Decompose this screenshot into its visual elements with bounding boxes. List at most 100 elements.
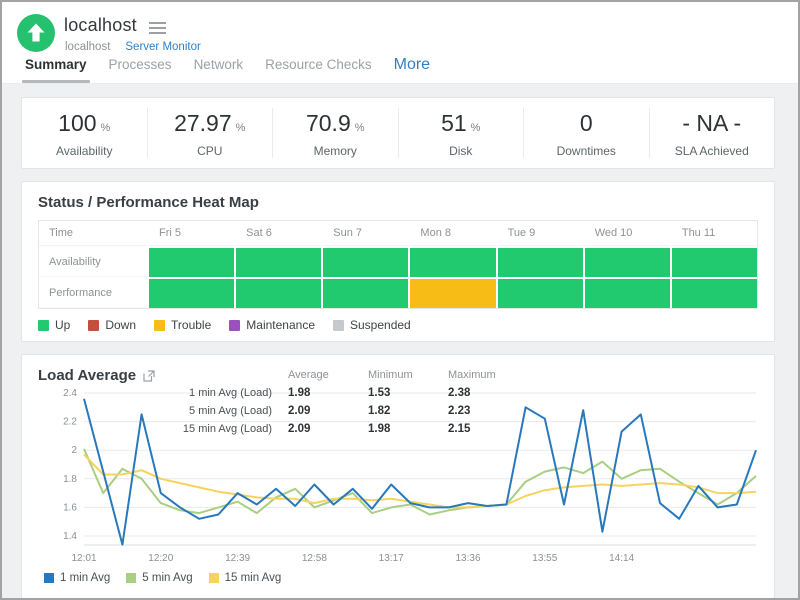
page-content: 100%Availability 27.97% CPU70.9%Memory 51% D…	[2, 84, 798, 599]
active-tab-underline	[22, 80, 90, 83]
chart-legend-item-5-min-avg[interactable]: 5 min Avg	[126, 572, 192, 584]
stat-memory: 70.9%Memory	[272, 108, 398, 158]
x-axis-tick-label: 12:58	[302, 553, 327, 564]
heatmap-col-header: Sat 6	[236, 221, 321, 246]
legend-label: Trouble	[171, 318, 211, 332]
heatmap-col-header: Thu 11	[672, 221, 757, 246]
stat-value: 0	[580, 110, 593, 137]
y-axis-tick-label: 2	[71, 445, 77, 456]
heatmap-col-header: Fri 5	[149, 221, 234, 246]
y-axis-tick-label: 2.2	[63, 417, 77, 428]
summary-col-header: Maximum	[448, 369, 532, 387]
legend-swatch-icon	[44, 573, 54, 583]
legend-label: 5 min Avg	[142, 572, 192, 584]
heatmap-cell-up[interactable]	[149, 248, 234, 277]
stat-value: 27.97	[174, 110, 232, 137]
heatmap-legend-item-maintenance: Maintenance	[229, 318, 315, 332]
load-average-card: Load Average AverageMinimumMaximum1 min …	[21, 354, 775, 599]
stat-availability: 100%Availability	[22, 108, 147, 158]
x-axis-tick-label: 13:17	[379, 553, 404, 564]
page-title: localhost	[64, 15, 137, 36]
stat-label: Memory	[273, 144, 398, 158]
y-axis-tick-label: 1.8	[63, 474, 77, 485]
stat-label: SLA Achieved	[650, 144, 775, 158]
heatmap-cell-up[interactable]	[672, 248, 757, 277]
stat-label: CPU	[148, 144, 273, 158]
stat-label: Availability	[22, 144, 147, 158]
heatmap-cell-up[interactable]	[236, 248, 321, 277]
heatmap-row-label: Availability	[39, 248, 147, 277]
heatmap-col-header: Tue 9	[498, 221, 583, 246]
heatmap-cell-up[interactable]	[585, 279, 670, 308]
heatmap-cell-up[interactable]	[410, 248, 495, 277]
chart-legend-item-1-min-avg[interactable]: 1 min Avg	[44, 572, 110, 584]
monitor-type-link[interactable]: Server Monitor	[125, 41, 200, 53]
heatmap-cell-up[interactable]	[498, 279, 583, 308]
x-axis-tick-label: 13:36	[455, 553, 480, 564]
legend-swatch-icon	[154, 320, 165, 331]
stat-unit: %	[236, 122, 246, 134]
chart-legend-item-15-min-avg[interactable]: 15 min Avg	[209, 572, 282, 584]
legend-swatch-icon	[38, 320, 49, 331]
summary-minimum: 1.53	[368, 387, 448, 405]
stat-value: 51	[441, 110, 467, 137]
heatmap-cell-up[interactable]	[585, 248, 670, 277]
heatmap-legend-item-trouble: Trouble	[154, 318, 211, 332]
stat-unit: %	[471, 122, 481, 134]
legend-swatch-icon	[126, 573, 136, 583]
y-axis-tick-label: 2.4	[63, 388, 77, 399]
stat-downtimes: 0 Downtimes	[523, 108, 649, 158]
summary-stats-card: 100%Availability 27.97% CPU70.9%Memory 51% D…	[21, 97, 775, 169]
y-axis-tick-label: 1.4	[63, 531, 77, 542]
y-axis-tick-label: 1.6	[63, 502, 77, 513]
monitor-status-avatar	[17, 14, 55, 52]
legend-swatch-icon	[333, 320, 344, 331]
heatmap-cell-up[interactable]	[236, 279, 321, 308]
tab-processes[interactable]: Processes	[98, 57, 183, 83]
tab-network[interactable]: Network	[183, 57, 255, 83]
stat-sla-achieved: - NA -SLA Achieved	[649, 108, 775, 158]
stat-value: 100	[58, 110, 96, 137]
summary-average: 1.98	[288, 387, 368, 405]
hamburger-menu-icon[interactable]	[149, 22, 166, 34]
summary-maximum: 2.23	[448, 405, 532, 423]
app-window: localhost localhost Server Monitor Summa…	[0, 0, 800, 600]
stat-label: Disk	[399, 144, 524, 158]
heatmap-legend-item-suspended: Suspended	[333, 318, 411, 332]
legend-label: Maintenance	[246, 318, 315, 332]
heatmap-cell-trouble[interactable]	[410, 279, 495, 308]
summary-row-label: 5 min Avg (Load)	[150, 405, 288, 423]
load-summary-table: AverageMinimumMaximum1 min Avg (Load)1.9…	[150, 369, 532, 441]
legend-label: 15 min Avg	[225, 572, 282, 584]
tab-resource-checks[interactable]: Resource Checks	[254, 57, 383, 83]
heatmap-cell-up[interactable]	[323, 279, 408, 308]
summary-col-header: Average	[288, 369, 368, 387]
tab-more[interactable]: More	[383, 56, 441, 83]
stat-cpu: 27.97% CPU	[147, 108, 273, 158]
x-axis-tick-label: 12:01	[71, 553, 96, 564]
stat-label: Downtimes	[524, 144, 649, 158]
legend-swatch-icon	[229, 320, 240, 331]
heatmap-table: TimeFri 5Sat 6Sun 7Mon 8Tue 9Wed 10Thu 1…	[38, 220, 758, 309]
summary-minimum: 1.82	[368, 405, 448, 423]
heatmap-col-header: Wed 10	[585, 221, 670, 246]
stat-disk: 51% Disk	[398, 108, 524, 158]
heatmap-cell-up[interactable]	[498, 248, 583, 277]
up-arrow-icon	[17, 14, 55, 52]
heatmap-cell-up[interactable]	[149, 279, 234, 308]
summary-maximum: 2.15	[448, 423, 532, 441]
heatmap-cell-up[interactable]	[672, 279, 757, 308]
legend-swatch-icon	[88, 320, 99, 331]
heatmap-col-header: Sun 7	[323, 221, 408, 246]
tab-bar: SummaryProcessesNetworkResource ChecksMo…	[14, 56, 441, 83]
legend-swatch-icon	[209, 573, 219, 583]
heatmap-col-header: Mon 8	[410, 221, 495, 246]
heatmap-cell-up[interactable]	[323, 248, 408, 277]
load-average-title: Load Average	[38, 367, 136, 384]
legend-label: Up	[55, 318, 70, 332]
tab-summary[interactable]: Summary	[14, 57, 98, 83]
x-axis-tick-label: 13:55	[532, 553, 557, 564]
stat-value: 70.9	[306, 110, 351, 137]
summary-row-label: 1 min Avg (Load)	[150, 387, 288, 405]
summary-average: 2.09	[288, 405, 368, 423]
